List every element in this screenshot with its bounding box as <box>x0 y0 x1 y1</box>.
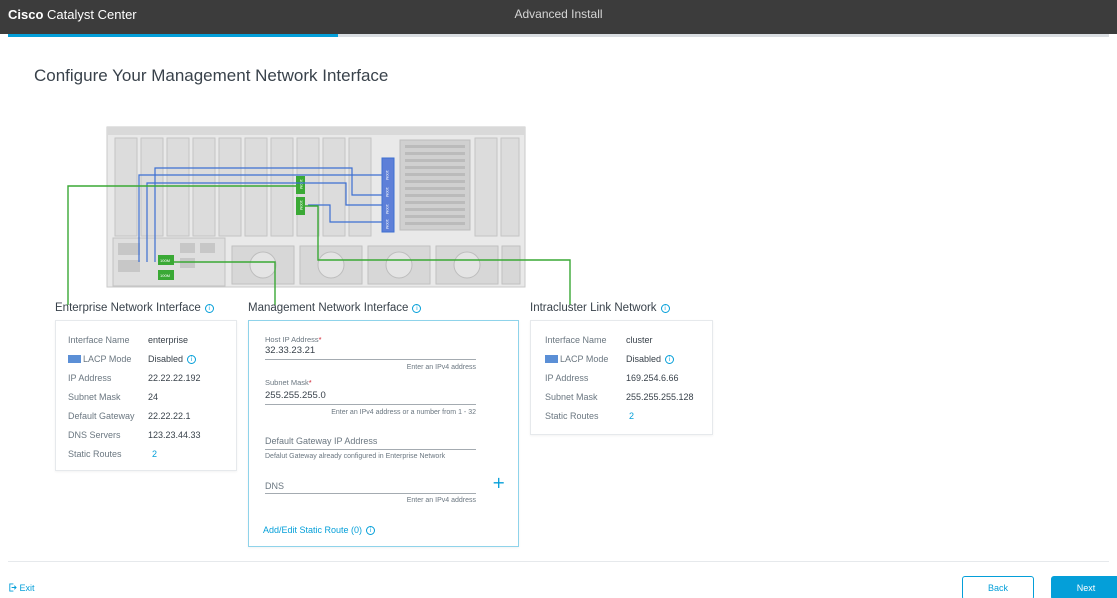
kv-value: 22.22.22.1 <box>148 411 191 421</box>
exit-icon <box>9 583 17 592</box>
subnet-label-text: Subnet Mask <box>265 378 309 387</box>
intracluster-card: Interface Name cluster LACP Mode Disable… <box>530 320 713 435</box>
footer-divider <box>8 561 1109 562</box>
exit-label[interactable]: Exit <box>20 583 35 593</box>
gateway-underline <box>265 449 476 450</box>
server-rear-diagram: 100M 100M 100M 100M 100M 100M 100M 100M <box>67 126 571 305</box>
port-label: 100M <box>385 204 390 214</box>
kv-key: DNS Servers <box>68 430 121 440</box>
back-button[interactable]: Back <box>962 576 1034 598</box>
kv-key: IP Address <box>545 373 589 383</box>
kv-key: LACP Mode <box>560 354 609 364</box>
lacp-icon <box>545 355 558 363</box>
enterprise-title-text: Enterprise Network Interface <box>55 302 201 314</box>
port-label: 100M <box>299 179 304 189</box>
kv-key: Default Gateway <box>68 411 135 421</box>
kv-key: IP Address <box>68 373 112 383</box>
info-icon[interactable]: i <box>665 355 675 364</box>
next-button[interactable]: Next <box>1051 576 1117 598</box>
required-marker: * <box>318 335 322 344</box>
enterprise-card: Interface Name enterprise LACP Mode Disa… <box>55 320 237 471</box>
port-label: 100M <box>385 187 390 197</box>
add-edit-static-route-link[interactable]: Add/Edit Static Route (0) i <box>263 525 376 535</box>
kv-value: Disabled <box>148 354 184 364</box>
add-dns-icon[interactable]: + <box>492 475 505 491</box>
kv-value-lacp: Disabled i <box>626 354 675 364</box>
intracluster-title-text: Intracluster Link Network <box>530 302 657 314</box>
kv-value-lacp: Disabled i <box>148 354 197 364</box>
port-label: 100M <box>385 170 390 180</box>
management-title-text: Management Network Interface <box>248 302 409 314</box>
subnet-hint: Enter an IPv4 address or a number from 1… <box>331 409 476 416</box>
management-section-title: Management Network Interface i <box>248 302 422 314</box>
kv-value: enterprise <box>148 335 189 345</box>
kv-value: cluster <box>626 335 653 345</box>
subnet-label: Subnet Mask* <box>265 378 312 387</box>
kv-key: Static Routes <box>68 449 122 459</box>
static-routes-link[interactable]: 2 <box>629 411 634 421</box>
dns-input[interactable]: DNS <box>265 481 284 491</box>
enterprise-section-title: Enterprise Network Interface i <box>55 302 214 314</box>
host-ip-hint: Enter an IPv4 address <box>406 364 476 371</box>
port-label: 100M <box>160 273 170 278</box>
kv-key: LACP Mode <box>83 354 132 364</box>
default-gateway-input[interactable]: Default Gateway IP Address <box>265 436 377 446</box>
kv-value: 255.255.255.128 <box>626 392 694 402</box>
kv-value: 123.23.44.33 <box>148 430 201 440</box>
kv-value: Disabled <box>626 354 662 364</box>
host-ip-input[interactable] <box>265 345 475 356</box>
host-ip-label: Host IP Address* <box>265 335 322 344</box>
subnet-underline <box>265 404 476 405</box>
info-icon[interactable]: i <box>187 355 197 364</box>
host-ip-label-text: Host IP Address <box>265 335 319 344</box>
port-label: 100M <box>385 219 390 229</box>
info-icon[interactable]: i <box>204 304 214 313</box>
kv-key: Subnet Mask <box>545 392 598 402</box>
host-ip-underline <box>265 359 476 360</box>
info-icon[interactable]: i <box>366 526 376 535</box>
kv-value: 22.22.22.192 <box>148 373 201 383</box>
subnet-mask-input[interactable] <box>265 390 475 401</box>
server-top-rail <box>107 127 525 135</box>
dns-hint: Enter an IPv4 address <box>406 497 476 504</box>
management-card: Host IP Address* Enter an IPv4 address S… <box>248 320 519 547</box>
static-route-link-text[interactable]: Add/Edit Static Route (0) <box>263 525 362 535</box>
exit-link[interactable]: Exit <box>8 583 35 593</box>
kv-key: Static Routes <box>545 411 599 421</box>
kv-value: 169.254.6.66 <box>626 373 679 383</box>
required-marker: * <box>308 378 312 387</box>
port-label: 100M <box>160 258 170 263</box>
kv-key-lacp: LACP Mode <box>68 354 131 364</box>
info-icon[interactable]: i <box>660 304 670 313</box>
info-icon[interactable]: i <box>412 304 422 313</box>
intracluster-section-title: Intracluster Link Network i <box>530 302 670 314</box>
static-routes-link[interactable]: 2 <box>152 449 157 459</box>
kv-key-lacp: LACP Mode <box>545 354 608 364</box>
kv-key: Interface Name <box>545 335 607 345</box>
kv-value: 24 <box>148 392 159 402</box>
lacp-icon <box>68 355 81 363</box>
dns-underline <box>265 493 476 494</box>
kv-key: Subnet Mask <box>68 392 121 402</box>
port-label: 100M <box>299 200 304 210</box>
gateway-hint: Defalut Gateway already configured in En… <box>265 453 446 460</box>
kv-key: Interface Name <box>68 335 130 345</box>
